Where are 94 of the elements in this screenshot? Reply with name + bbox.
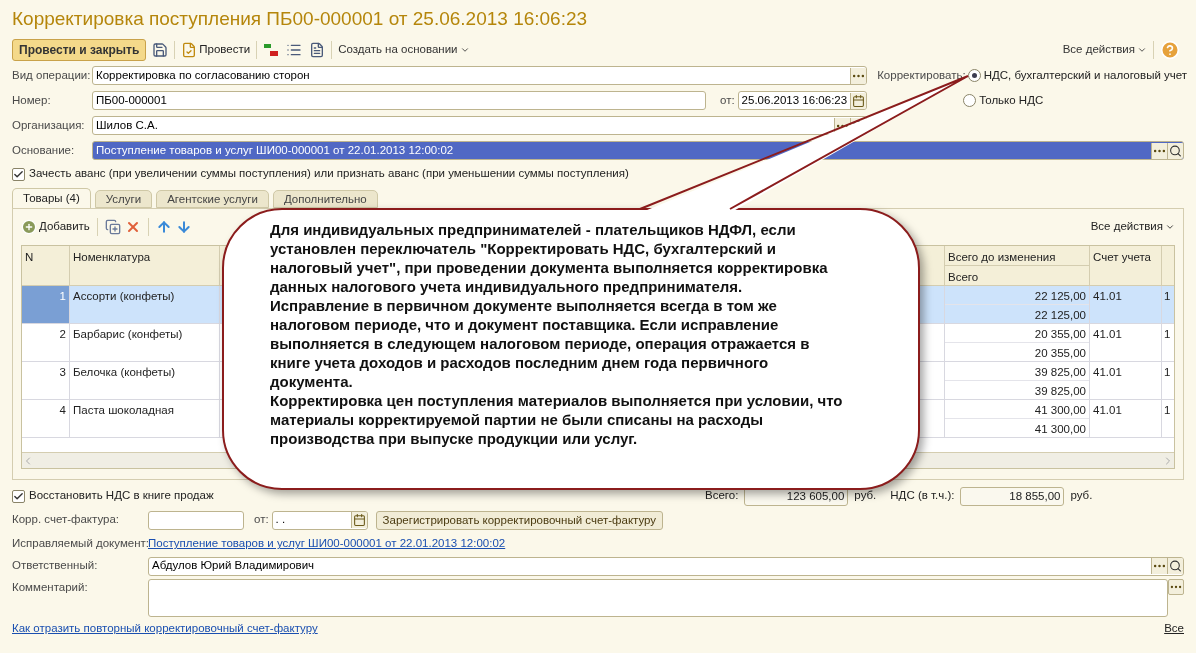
operation-field[interactable]: Корректировка по согласованию сторон xyxy=(92,66,868,85)
ellipsis-icon[interactable] xyxy=(850,67,867,84)
caret-icon xyxy=(459,45,470,55)
field-label: Основание: xyxy=(12,142,76,158)
table-cell-text: 1 xyxy=(1163,403,1172,418)
save-icon[interactable] xyxy=(152,42,169,58)
table-cell-text: 1 xyxy=(1163,327,1172,342)
field-label: Корректировать: xyxy=(877,68,966,83)
checkbox[interactable] xyxy=(12,167,25,181)
date-field[interactable]: 25.06.2013 16:06:23 xyxy=(737,91,868,110)
checkbox[interactable] xyxy=(12,489,25,503)
list-icon[interactable] xyxy=(286,42,303,58)
currency-label: руб. xyxy=(1070,488,1093,504)
field-label: Комментарий: xyxy=(12,580,89,595)
window-title: Корректировка поступления ПБ00-000001 от 25.06.2013 16:06:23 xyxy=(12,7,589,31)
caret-icon xyxy=(1137,45,1147,55)
field-label: от: xyxy=(254,512,269,528)
add-button[interactable]: Добавить xyxy=(21,218,90,236)
field-label: Номер: xyxy=(12,92,52,108)
tab[interactable]: Дополнительно xyxy=(272,190,378,208)
field-label: Организация: xyxy=(12,117,86,133)
number-field[interactable]: ПБ00-000001 xyxy=(92,91,706,110)
post-button[interactable]: Провести xyxy=(181,39,251,61)
column-header: N xyxy=(22,246,70,285)
field-label: Корр. счет-фактура: xyxy=(12,512,121,528)
create-based-on-menu[interactable]: Создать на основании xyxy=(338,41,470,59)
table-cell-text: 1 xyxy=(1163,365,1172,380)
radio-label[interactable]: Только НДС xyxy=(979,92,1044,110)
post-and-close-button[interactable]: Провести и закрыть xyxy=(12,39,147,61)
column-header: Номенклатура xyxy=(70,246,220,285)
field-label: от: xyxy=(720,92,735,108)
column-header: Всего xyxy=(947,270,980,285)
calendar-icon[interactable] xyxy=(850,92,867,109)
document-icon[interactable] xyxy=(309,42,326,58)
table-cell-text: 22 125,00 xyxy=(1033,308,1087,323)
table-cell-text: 39 825,00 xyxy=(1033,384,1087,399)
radio-button[interactable] xyxy=(967,69,981,83)
table-cell: 4 xyxy=(22,400,70,437)
post-icon xyxy=(181,42,198,58)
table-cell: 2 xyxy=(22,324,70,361)
total-label: НДС (в т.ч.): xyxy=(890,488,955,504)
ellipsis-icon[interactable] xyxy=(1151,142,1167,159)
register-invoice-button[interactable]: Зарегистрировать корректировочный счет-фактуру xyxy=(375,510,664,530)
invoice-number-field[interactable] xyxy=(148,510,244,530)
table-cell: 41.01 xyxy=(1090,362,1162,399)
table-cell-text: 1 xyxy=(1163,289,1172,304)
table-cell: Паста шоколадная xyxy=(70,400,220,437)
ellipsis-icon[interactable] xyxy=(1151,558,1167,574)
ledger-icon[interactable] xyxy=(263,42,280,58)
radio-label[interactable]: НДС, бухгалтерский и налоговый учет xyxy=(983,67,1188,85)
table-cell: 39 825,00 xyxy=(945,362,1089,381)
all-actions-menu[interactable]: Все действия xyxy=(1062,41,1147,59)
ellipsis-icon[interactable] xyxy=(1168,579,1184,595)
table-cell: Белочка (конфеты) xyxy=(70,362,220,399)
table-cell: 3 xyxy=(22,362,70,399)
responsible-field[interactable]: Абдулов Юрий Владимирович xyxy=(148,556,1184,576)
document-link[interactable]: Поступление товаров и услуг ШИ00-000001 от 22.01.2013 12:00:02 xyxy=(148,535,506,553)
table-cell: Барбарис (конфеты) xyxy=(70,324,220,361)
all-link[interactable]: Все xyxy=(1164,620,1184,638)
field-label: Ответственный: xyxy=(12,558,99,574)
copy-icon[interactable] xyxy=(104,219,121,235)
calendar-icon[interactable] xyxy=(350,512,367,528)
search-icon[interactable] xyxy=(1167,142,1183,159)
radio-button[interactable] xyxy=(963,94,977,108)
table-cell: 22 125,00 xyxy=(945,286,1089,305)
table-cell-text: 41 300,00 xyxy=(1033,422,1087,437)
table-cell: 41.01 xyxy=(1090,400,1162,437)
tab[interactable]: Товары (4) xyxy=(12,188,91,208)
table-cell: 41.01 xyxy=(1090,286,1162,323)
column-header: Счет учета xyxy=(1090,246,1162,285)
tab[interactable]: Агентские услуги xyxy=(156,190,269,208)
table-cell: 20 355,00 xyxy=(945,324,1089,343)
total-label: Всего: xyxy=(705,488,739,504)
all-actions-menu[interactable]: Все действия xyxy=(1090,218,1175,236)
table-cell: 41 300,00 xyxy=(945,400,1089,419)
table-cell-text: 20 355,00 xyxy=(1033,346,1087,361)
table-cell: 1 xyxy=(22,286,70,323)
field-label: Вид операции: xyxy=(12,67,92,83)
search-icon[interactable] xyxy=(1167,558,1183,574)
table-cell: 41.01 xyxy=(1090,324,1162,361)
total-field: 18 855,00 xyxy=(960,486,1065,506)
checkbox-label[interactable]: Зачесть аванс (при увеличении суммы поступления) или признать аванс (при уменьшении суммы поступления) xyxy=(29,165,629,183)
basis-field[interactable]: Поступление товаров и услуг ШИ00-000001 от 22.01.2013 12:00:02 xyxy=(92,141,1184,160)
checkbox-label[interactable]: Восстановить НДС в книге продаж xyxy=(29,487,214,505)
column-header: Всего до изменения xyxy=(945,246,1089,266)
caret-icon xyxy=(1165,222,1175,232)
field-label: Исправляемый документ: xyxy=(12,536,148,552)
comment-field[interactable] xyxy=(148,579,1168,617)
plus-icon xyxy=(21,219,37,235)
invoice-date-field[interactable]: . . xyxy=(271,510,368,530)
tab[interactable]: Услуги xyxy=(94,190,153,208)
help-link[interactable]: Как отразить повторный корректировочный счет-фактуру xyxy=(12,620,318,638)
table-cell: Ассорти (конфеты) xyxy=(70,286,220,323)
currency-label: руб. xyxy=(854,488,877,504)
